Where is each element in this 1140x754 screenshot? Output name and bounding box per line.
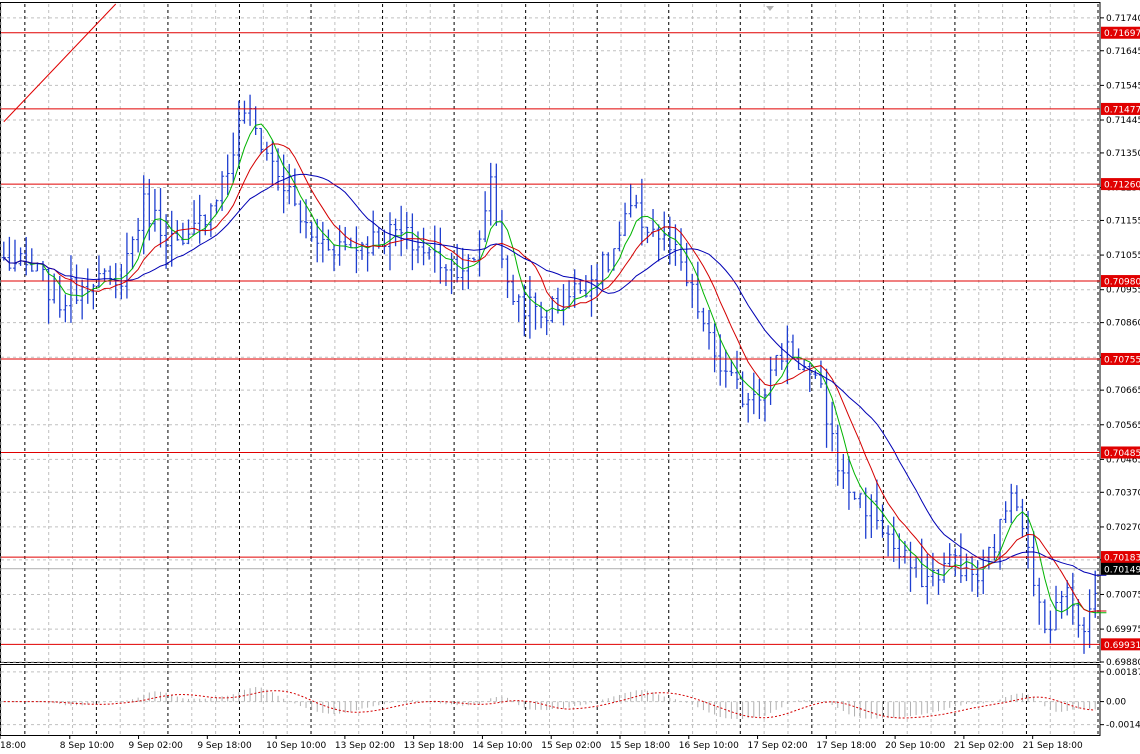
time-tick-label: 18:00 (0, 741, 26, 751)
price-tick-label: 0.70370 (1106, 488, 1140, 498)
time-tick-label: 21 Sep 02:00 (954, 741, 1014, 751)
oscillator-tick-label: 0.001871 (1106, 668, 1140, 678)
price-tick-label: 0.69975 (1106, 625, 1140, 635)
time-tick-label: 14 Sep 10:00 (472, 741, 532, 751)
level-label: 0.70485 (1104, 449, 1140, 459)
trendline (3, 3, 117, 123)
price-tick-label: 0.70075 (1106, 590, 1140, 600)
main-panel-frame (0, 2, 1101, 663)
time-tick-label: 9 Sep 18:00 (197, 741, 252, 751)
price-tick-label: 0.71055 (1106, 251, 1140, 261)
shift-marker-icon (766, 6, 774, 11)
price-tick-label: 0.70665 (1106, 386, 1140, 396)
level-label: 0.70755 (1104, 355, 1140, 365)
price-tick-label: 0.71155 (1106, 216, 1140, 226)
time-tick-label: 15 Sep 02:00 (541, 741, 601, 751)
price-tick-label: 0.71545 (1106, 81, 1140, 91)
time-tick-label: 17 Sep 02:00 (748, 741, 808, 751)
level-label: 0.71477 (1104, 105, 1140, 115)
oscillator-tick-label: -0.00145 (1106, 721, 1140, 731)
grid (0, 4, 1100, 735)
price-tick-label: 0.70860 (1106, 319, 1140, 329)
price-tick-label: 0.71350 (1106, 149, 1140, 159)
time-tick-label: 15 Sep 18:00 (610, 741, 670, 751)
time-tick-label: 8 Sep 10:00 (60, 741, 115, 751)
time-tick-label: 13 Sep 18:00 (404, 741, 464, 751)
current-price-label: 0.70149 (1104, 565, 1140, 575)
level-label: 0.69931 (1104, 641, 1140, 651)
time-tick-label: 17 Sep 18:00 (816, 741, 876, 751)
level-label: 0.71260 (1104, 181, 1140, 191)
price-tick-label: 0.71645 (1106, 47, 1140, 57)
price-tick-label: 0.69880 (1106, 658, 1140, 668)
level-label: 0.71697 (1104, 29, 1140, 39)
price-tick-label: 0.71740 (1106, 14, 1140, 24)
price-tick-label: 0.71445 (1106, 116, 1140, 126)
time-tick-label: 9 Sep 02:00 (129, 741, 184, 751)
oscillator-tick-label: 0.00 (1106, 698, 1126, 708)
level-label: 0.70183 (1104, 554, 1140, 564)
time-tick-label: 13 Sep 02:00 (335, 741, 395, 751)
time-tick-label: 10 Sep 10:00 (266, 741, 326, 751)
level-label: 0.70980 (1104, 278, 1140, 288)
price-chart[interactable]: 0.71740 0.71645 0.71545 0.71445 0.71350 0.712… (0, 0, 1140, 754)
moving-average-20-line (3, 173, 1107, 576)
moving-average-5-line (3, 123, 1107, 614)
price-tick-label: 0.70565 (1106, 421, 1140, 431)
moving-average-10-line (3, 143, 1107, 613)
time-tick-label: 20 Sep 10:00 (885, 741, 945, 751)
time-tick-label: 16 Sep 10:00 (679, 741, 739, 751)
time-tick-label: 21 Sep 18:00 (1023, 741, 1083, 751)
price-tick-label: 0.70270 (1106, 523, 1140, 533)
